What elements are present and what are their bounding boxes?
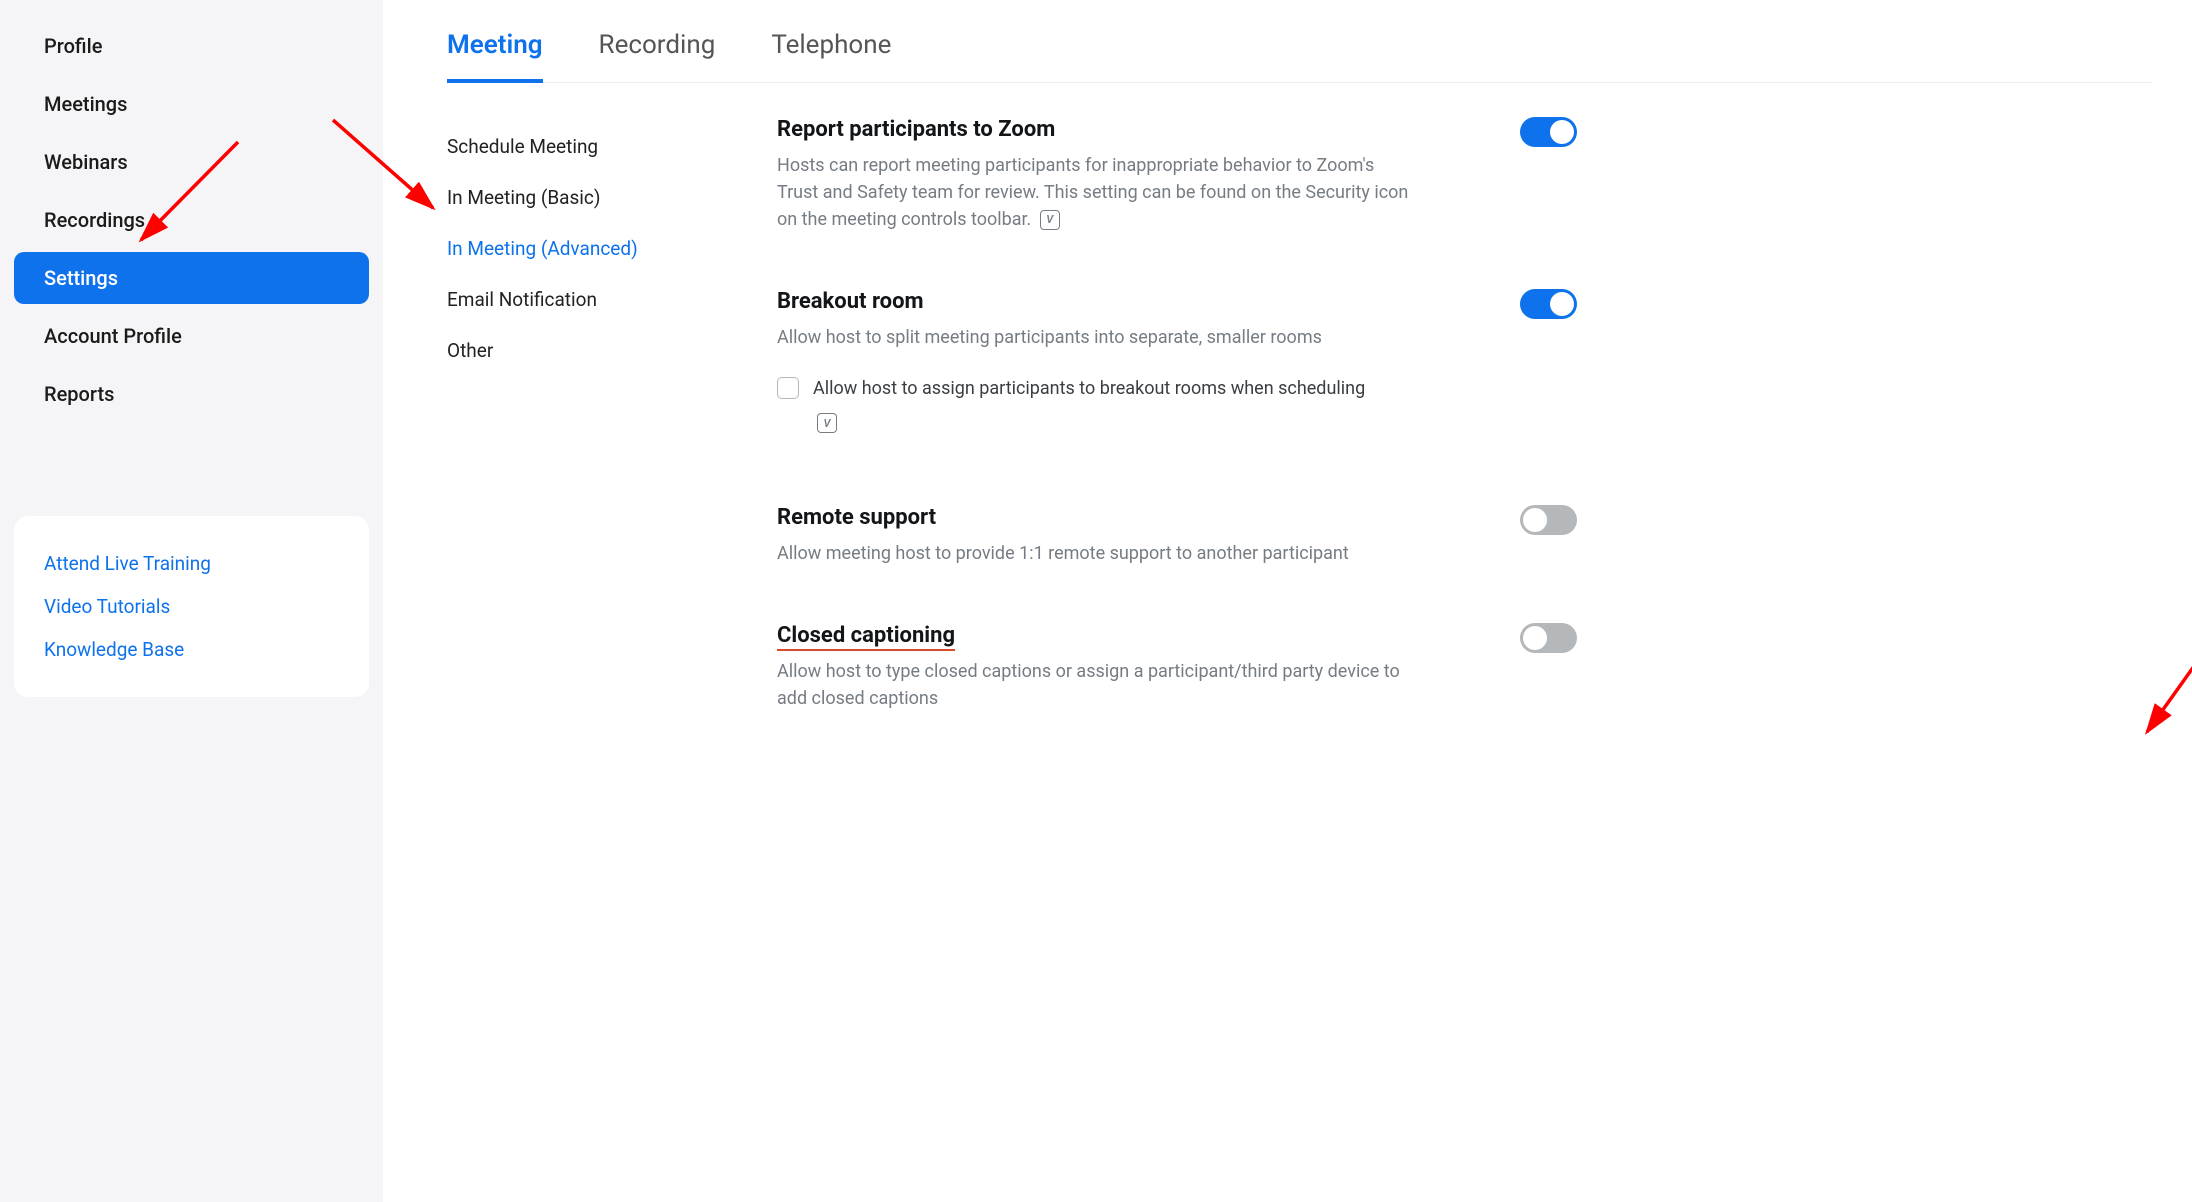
sidebar-item-meetings[interactable]: Meetings bbox=[14, 78, 369, 130]
sidebar-item-settings[interactable]: Settings bbox=[14, 252, 369, 304]
tab-recording[interactable]: Recording bbox=[599, 14, 716, 82]
subnav-schedule-meeting[interactable]: Schedule Meeting bbox=[447, 121, 757, 172]
toggle-report-participants[interactable] bbox=[1520, 117, 1577, 147]
setting-title: Closed captioning bbox=[777, 623, 1417, 648]
sidebar-item-reports[interactable]: Reports bbox=[14, 368, 369, 420]
tab-telephone[interactable]: Telephone bbox=[771, 14, 891, 82]
toggle-breakout-room[interactable] bbox=[1520, 289, 1577, 319]
help-link-training[interactable]: Attend Live Training bbox=[44, 542, 339, 585]
sidebar-item-profile[interactable]: Profile bbox=[14, 20, 369, 72]
setting-report-participants: Report participants to Zoom Hosts can re… bbox=[777, 117, 1417, 233]
sub-option-label: Allow host to assign participants to bre… bbox=[813, 375, 1365, 402]
tabs: Meeting Recording Telephone bbox=[447, 14, 2152, 83]
sidebar: Profile Meetings Webinars Recordings Set… bbox=[0, 0, 383, 1202]
help-link-tutorials[interactable]: Video Tutorials bbox=[44, 585, 339, 628]
subnav-email-notification[interactable]: Email Notification bbox=[447, 274, 757, 325]
setting-closed-captioning: Closed captioning Allow host to type clo… bbox=[777, 623, 1417, 712]
settings-subnav: Schedule Meeting In Meeting (Basic) In M… bbox=[447, 115, 757, 768]
sidebar-item-recordings[interactable]: Recordings bbox=[14, 194, 369, 246]
setting-desc: Allow meeting host to provide 1:1 remote… bbox=[777, 540, 1417, 567]
setting-desc: Allow host to type closed captions or as… bbox=[777, 658, 1417, 712]
toggle-remote-support[interactable] bbox=[1520, 505, 1577, 535]
main-content: Meeting Recording Telephone Schedule Mee… bbox=[383, 0, 2192, 1202]
tab-meeting[interactable]: Meeting bbox=[447, 14, 543, 82]
modified-reset-icon[interactable]: V bbox=[1040, 210, 1060, 230]
setting-desc: Hosts can report meeting participants fo… bbox=[777, 152, 1417, 233]
subnav-in-meeting-basic[interactable]: In Meeting (Basic) bbox=[447, 172, 757, 223]
setting-title: Remote support bbox=[777, 505, 1417, 530]
checkbox-assign-breakout-scheduling[interactable] bbox=[777, 377, 799, 399]
setting-title: Breakout room bbox=[777, 289, 1417, 314]
setting-desc: Allow host to split meeting participants… bbox=[777, 324, 1417, 351]
modified-reset-icon[interactable]: V bbox=[817, 413, 837, 433]
help-card: Attend Live Training Video Tutorials Kno… bbox=[14, 516, 369, 697]
setting-remote-support: Remote support Allow meeting host to pro… bbox=[777, 505, 1417, 567]
subnav-in-meeting-advanced[interactable]: In Meeting (Advanced) bbox=[447, 223, 757, 274]
help-link-knowledge[interactable]: Knowledge Base bbox=[44, 628, 339, 671]
setting-title: Report participants to Zoom bbox=[777, 117, 1417, 142]
sidebar-item-account-profile[interactable]: Account Profile bbox=[14, 310, 369, 362]
subnav-other[interactable]: Other bbox=[447, 325, 757, 376]
sidebar-item-webinars[interactable]: Webinars bbox=[14, 136, 369, 188]
setting-breakout-room: Breakout room Allow host to split meetin… bbox=[777, 289, 1417, 433]
toggle-closed-captioning[interactable] bbox=[1520, 623, 1577, 653]
